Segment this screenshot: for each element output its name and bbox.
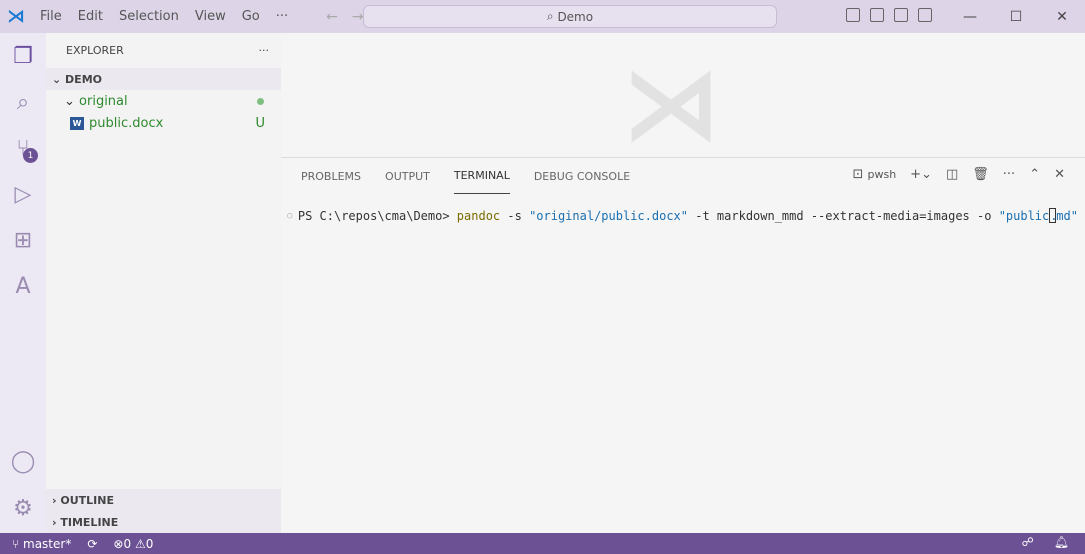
warning-icon: ⚠	[134, 536, 146, 551]
azure-icon[interactable]: A	[0, 263, 46, 309]
editor-area: ⋊	[281, 33, 1085, 162]
chevron-down-icon: ⌄	[64, 93, 80, 109]
feedback-icon[interactable]: ☍	[1022, 535, 1034, 549]
menu-edit[interactable]: Edit	[78, 9, 103, 24]
git-branch-icon: ⑂	[12, 536, 24, 551]
panel: PROBLEMS OUTPUT TERMINAL DEBUG CONSOLE ⊡…	[281, 157, 1085, 533]
run-debug-icon[interactable]: ▷	[0, 171, 46, 217]
search-icon: ⌕	[546, 9, 558, 23]
title-bar: ⋊ File Edit Selection View Go ··· ←→ ⌕ Demo —…	[0, 0, 1085, 33]
new-terminal-icon[interactable]: +⌄	[910, 167, 932, 182]
terminal-icon: ⊡	[852, 167, 864, 182]
chevron-down-icon: ⌄	[52, 72, 66, 86]
branch-indicator[interactable]: ⑂ master*	[12, 537, 71, 551]
tab-output[interactable]: OUTPUT	[385, 158, 430, 194]
timeline-section[interactable]: › TIMELINE	[46, 511, 281, 533]
toggle-secondary-sidebar-icon[interactable]	[894, 8, 908, 22]
sync-icon[interactable]: ⟳	[87, 537, 97, 551]
trash-icon[interactable]: 🗑	[972, 167, 989, 182]
close-panel-icon[interactable]: ✕	[1054, 167, 1065, 182]
vscode-logo-icon: ⋊	[7, 6, 25, 27]
toggle-sidebar-icon[interactable]	[846, 8, 860, 22]
untracked-badge: U	[255, 115, 265, 131]
maximize-button[interactable]: ☐	[993, 0, 1039, 33]
bell-icon[interactable]: 🔔︎	[1054, 535, 1069, 549]
explorer-icon[interactable]: ❐	[0, 33, 46, 79]
problems-indicator[interactable]: ⊗0 ⚠0	[113, 537, 153, 551]
menu-go[interactable]: Go	[242, 9, 260, 24]
more-actions-icon[interactable]: ···	[259, 44, 270, 57]
menu-file[interactable]: File	[40, 9, 62, 24]
scm-badge: 1	[23, 148, 38, 163]
tab-debug-console[interactable]: DEBUG CONSOLE	[534, 158, 630, 194]
vscode-watermark-icon: ⋊	[621, 45, 721, 162]
activity-bar: ❐ ⌕ ⑂ 1 ▷ ⊞ A ◯ ⚙	[0, 33, 46, 533]
error-icon: ⊗	[113, 536, 124, 551]
terminal-cursor: .	[1049, 208, 1058, 223]
account-icon[interactable]: ◯	[0, 438, 46, 484]
tab-problems[interactable]: PROBLEMS	[301, 158, 361, 194]
maximize-panel-icon[interactable]: ⌃	[1029, 167, 1040, 182]
menu-view[interactable]: View	[195, 9, 226, 24]
workspace-root[interactable]: ⌄ DEMO	[46, 68, 281, 90]
close-button[interactable]: ✕	[1039, 0, 1085, 33]
word-file-icon: W	[70, 116, 84, 130]
tab-terminal[interactable]: TERMINAL	[453, 158, 510, 194]
chevron-right-icon: ›	[52, 515, 61, 529]
search-icon[interactable]: ⌕	[0, 79, 46, 125]
more-actions-icon[interactable]: ···	[1003, 167, 1015, 182]
terminal-shell-selector[interactable]: ⊡ pwsh	[852, 167, 896, 182]
command-decoration-icon: ○	[287, 210, 298, 221]
source-control-icon[interactable]: ⑂ 1	[0, 125, 46, 171]
folder-original[interactable]: ⌄ original	[46, 90, 281, 112]
explorer-sidebar: EXPLORER ··· ⌄ DEMO ⌄ original Wpublic.do…	[46, 33, 281, 533]
minimize-button[interactable]: —	[947, 0, 993, 33]
terminal-output[interactable]: ○ PS C:\repos\cma\Demo> pandoc -s "origi…	[287, 208, 1078, 223]
customize-layout-icon[interactable]	[918, 8, 932, 22]
toggle-panel-icon[interactable]	[870, 8, 884, 22]
sidebar-title: EXPLORER	[66, 44, 124, 57]
status-bar: ⑂ master* ⟳ ⊗0 ⚠0 ☍ 🔔︎	[0, 533, 1085, 554]
menu-bar: File Edit Selection View Go ···	[32, 9, 296, 24]
modified-dot	[257, 97, 264, 105]
extensions-icon[interactable]: ⊞	[0, 217, 46, 263]
menu-more[interactable]: ···	[276, 9, 288, 24]
command-center-search[interactable]: ⌕ Demo	[363, 5, 777, 28]
chevron-right-icon: ›	[52, 493, 61, 507]
split-terminal-icon[interactable]: ◫	[946, 167, 958, 182]
gear-icon[interactable]: ⚙	[0, 485, 46, 531]
outline-section[interactable]: › OUTLINE	[46, 489, 281, 511]
file-public-docx[interactable]: Wpublic.docx U	[46, 112, 281, 134]
menu-selection[interactable]: Selection	[119, 9, 179, 24]
